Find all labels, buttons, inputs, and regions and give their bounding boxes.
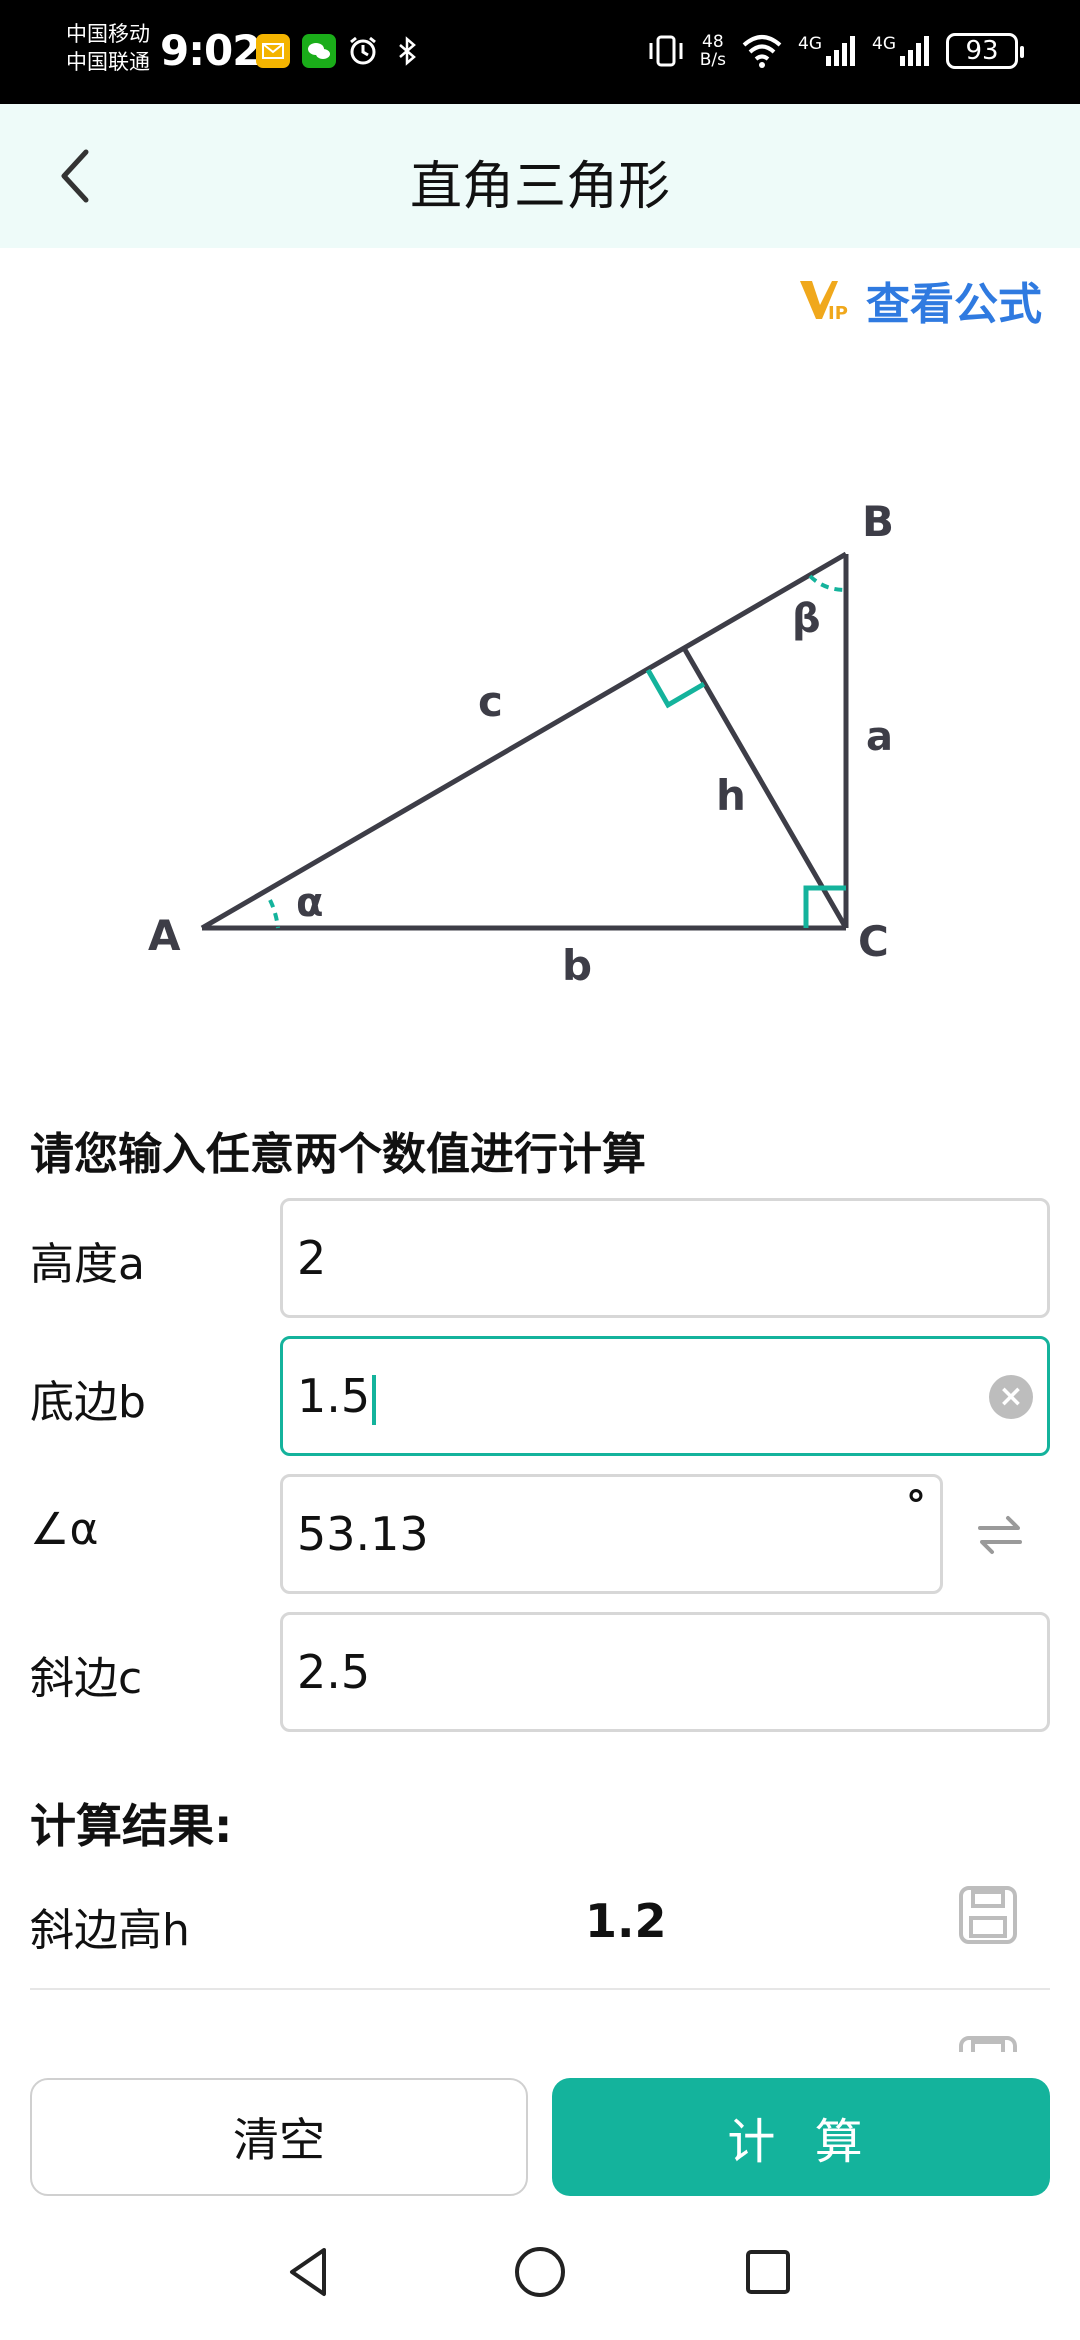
nav-back-button[interactable]: [280, 2242, 340, 2302]
angle-alpha-value: 53.13: [297, 1507, 429, 1561]
base-b-value-wrap: 1.5: [297, 1369, 377, 1425]
base-b-value: 1.5: [297, 1369, 371, 1423]
signal-2-label: 4G: [872, 34, 896, 54]
field-label-height-a: 高度a: [30, 1239, 145, 1290]
signal-1: 4G: [798, 34, 858, 68]
vertex-b-label: B: [862, 497, 894, 546]
triangle-diagram: A B C a b c h α β: [148, 497, 894, 990]
field-row-angle-alpha: ∠α 53.13 °: [30, 1474, 1050, 1594]
field-row-hypotenuse-c: 斜边c 2.5: [30, 1612, 1050, 1732]
nav-home-button[interactable]: [510, 2242, 570, 2302]
vertex-c-label: C: [858, 917, 889, 966]
text-caret: [372, 1374, 377, 1425]
status-bar: 中国移动 中国联通 9:02 48 B/s 4G 4G 93: [0, 0, 1080, 104]
side-b-label: b: [562, 941, 592, 990]
field-row-height-a: 高度a 2: [30, 1198, 1050, 1318]
svg-text:IP: IP: [828, 303, 848, 324]
hypotenuse-c-input[interactable]: 2.5: [280, 1612, 1050, 1732]
net-speed: 48 B/s: [700, 33, 726, 69]
results-title: 计算结果:: [30, 1799, 233, 1853]
nav-recents-icon: [746, 2250, 790, 2294]
signal-2-bars-icon: [900, 36, 929, 66]
vibrate-icon: [649, 35, 683, 67]
result-row-hidden: [30, 1990, 1050, 2052]
height-a-value: 2: [297, 1231, 327, 1285]
save-icon: [959, 2036, 1017, 2052]
unit-swap-button[interactable]: [970, 1510, 1030, 1560]
status-time: 9:02: [160, 26, 261, 75]
net-speed-unit: B/s: [699, 50, 726, 70]
vertex-a-label: A: [148, 911, 181, 960]
field-row-base-b: 底边b 1.5 ×: [30, 1336, 1050, 1456]
wifi-icon: [742, 35, 782, 68]
carrier-1: 中国移动: [66, 22, 150, 46]
alarm-icon: [346, 34, 380, 68]
height-h-label: h: [716, 771, 746, 820]
clear-button[interactable]: 清空: [30, 2078, 528, 2196]
height-a-input[interactable]: 2: [280, 1198, 1050, 1318]
field-label-base-b: 底边b: [30, 1377, 146, 1428]
result-value-height-h: 1.2: [585, 1894, 667, 1948]
hypotenuse-c-value: 2.5: [297, 1645, 371, 1699]
carrier-2: 中国联通: [66, 50, 150, 74]
beta-label: β: [792, 596, 821, 642]
view-formula-link[interactable]: IP 查看公式: [798, 268, 1042, 332]
bluetooth-icon: [390, 34, 424, 68]
side-c-label: c: [478, 677, 503, 726]
system-nav-bar: [0, 2202, 1080, 2340]
field-label-angle-alpha: ∠α: [30, 1504, 99, 1555]
wechat-notification-icon: [302, 34, 336, 68]
net-speed-value: 48: [702, 32, 724, 52]
side-c-line: [200, 551, 848, 931]
result-label-height-h: 斜边高h: [30, 1905, 190, 1956]
clear-input-button[interactable]: ×: [989, 1375, 1033, 1419]
alpha-label: α: [296, 880, 323, 926]
page-title: 直角三角形: [409, 157, 670, 217]
angle-alpha-input[interactable]: 53.13 °: [280, 1474, 943, 1594]
signal-2: 4G: [872, 34, 932, 68]
nav-back-icon: [290, 2248, 326, 2296]
battery-indicator: 93: [946, 33, 1024, 69]
side-a-label: a: [866, 714, 893, 760]
base-b-input[interactable]: 1.5 ×: [280, 1336, 1050, 1456]
action-bar: 清空 计 算: [0, 2052, 1080, 2202]
field-label-hypotenuse-c: 斜边c: [30, 1653, 143, 1704]
calculate-button[interactable]: 计 算: [552, 2078, 1050, 2196]
signal-1-bars-icon: [826, 36, 855, 66]
status-right-group: 48 B/s 4G 4G 93: [646, 28, 1024, 74]
app-header: 直角三角形: [0, 104, 1080, 248]
right-angle-foot-marker: [645, 668, 706, 709]
mail-notification-icon: [256, 34, 290, 68]
vip-icon: IP: [798, 275, 856, 325]
input-prompt: 请您输入任意两个数值进行计算: [30, 1129, 646, 1180]
beta-arc: [808, 574, 847, 592]
signal-1-label: 4G: [798, 34, 822, 54]
carrier-info: 中国移动 中国联通: [66, 20, 150, 76]
alpha-arc: [268, 899, 280, 929]
save-icon: [959, 1886, 1017, 1944]
save-result-button-2[interactable]: [957, 2034, 1019, 2052]
swap-arrows-icon: [978, 1516, 1022, 1554]
degree-unit: °: [906, 1483, 926, 1529]
nav-recents-button[interactable]: [738, 2242, 798, 2302]
save-result-button[interactable]: [957, 1884, 1019, 1946]
view-formula-label: 查看公式: [866, 279, 1042, 330]
result-row-height-h: 斜边高h 1.2: [30, 1850, 1050, 1990]
nav-home-icon: [515, 2247, 565, 2297]
